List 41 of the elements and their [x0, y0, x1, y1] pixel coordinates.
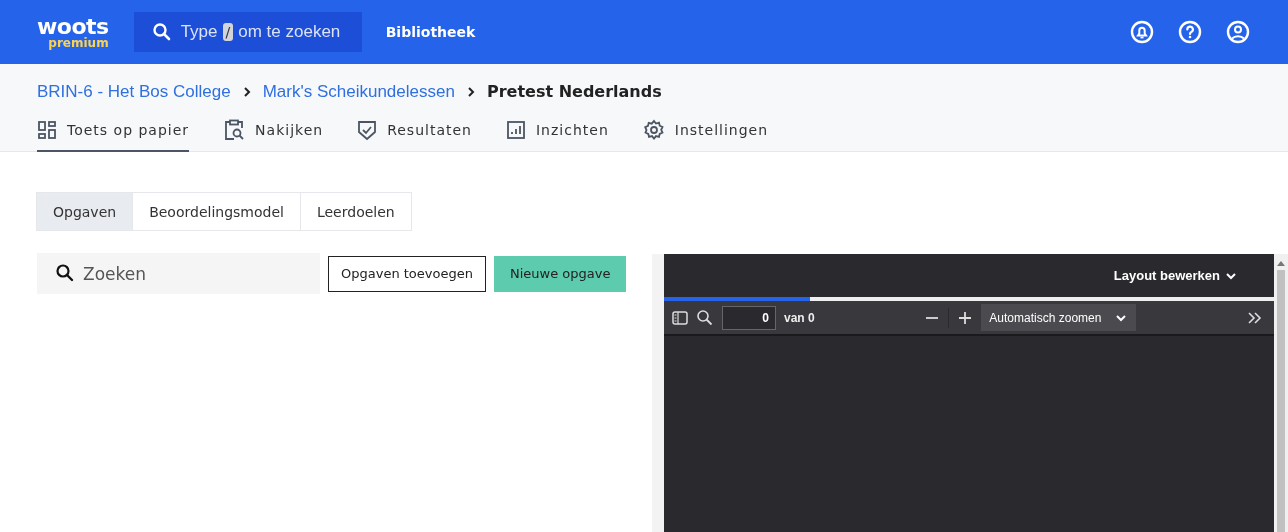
tab[interactable]: Instellingen [642, 112, 769, 152]
chevron-icon [1226, 271, 1236, 280]
chevron-icon [1116, 313, 1127, 322]
zoom-select[interactable]: Automatisch zoomen [981, 304, 1137, 331]
search-icon[interactable] [696, 308, 714, 327]
clipboard-icon [223, 119, 246, 141]
chevron-icon [242, 86, 251, 97]
zoom-in-icon[interactable] [957, 309, 974, 326]
search-icon [151, 22, 172, 42]
tab[interactable]: Resultaten [357, 112, 472, 152]
search-field[interactable]: Type / om te zoeken [133, 12, 362, 52]
breadcrumb-link[interactable]: BRIN-6 - Het Bos College [37, 81, 231, 102]
help-icon[interactable] [1178, 20, 1202, 44]
settings-icon [642, 119, 665, 141]
bar-chart-icon [505, 120, 526, 140]
segment-tab[interactable]: Beoordelingsmodel [132, 192, 301, 231]
add-button[interactable]: Opgaven toevoegen [328, 255, 486, 292]
page-title: Pretest Nederlands [486, 82, 662, 101]
sidebar-icon[interactable] [672, 309, 688, 326]
tab[interactable]: Toets op papier [37, 112, 190, 152]
new-button[interactable]: Nieuwe opgave [493, 255, 627, 292]
shield-check-icon [357, 119, 378, 141]
key-hint: / [222, 23, 234, 41]
segment-tab[interactable]: Leerdoelen [299, 192, 412, 231]
logo[interactable]: woots premium [37, 15, 109, 49]
grid-icon [37, 120, 57, 140]
page-input[interactable]: 0 [722, 305, 776, 330]
segment-tab[interactable]: Opgaven [36, 192, 134, 231]
tab[interactable]: Nakijken [223, 112, 324, 152]
page-count: van 0 [784, 310, 815, 325]
arrow-up-icon[interactable] [1277, 260, 1285, 266]
bell-icon[interactable] [1130, 20, 1154, 44]
breadcrumb-link[interactable]: Mark's Scheikundelessen [262, 81, 455, 102]
nav-link[interactable]: Bibliotheek [385, 24, 476, 40]
double-chevron-icon[interactable] [1246, 309, 1264, 326]
search-icon [55, 263, 75, 283]
chevron-icon [466, 86, 475, 97]
search-field[interactable]: Zoeken [37, 253, 320, 294]
tab[interactable]: Inzichten [505, 112, 609, 152]
user-icon[interactable] [1226, 20, 1250, 44]
layout-button[interactable]: Layout bewerken [1107, 267, 1242, 284]
